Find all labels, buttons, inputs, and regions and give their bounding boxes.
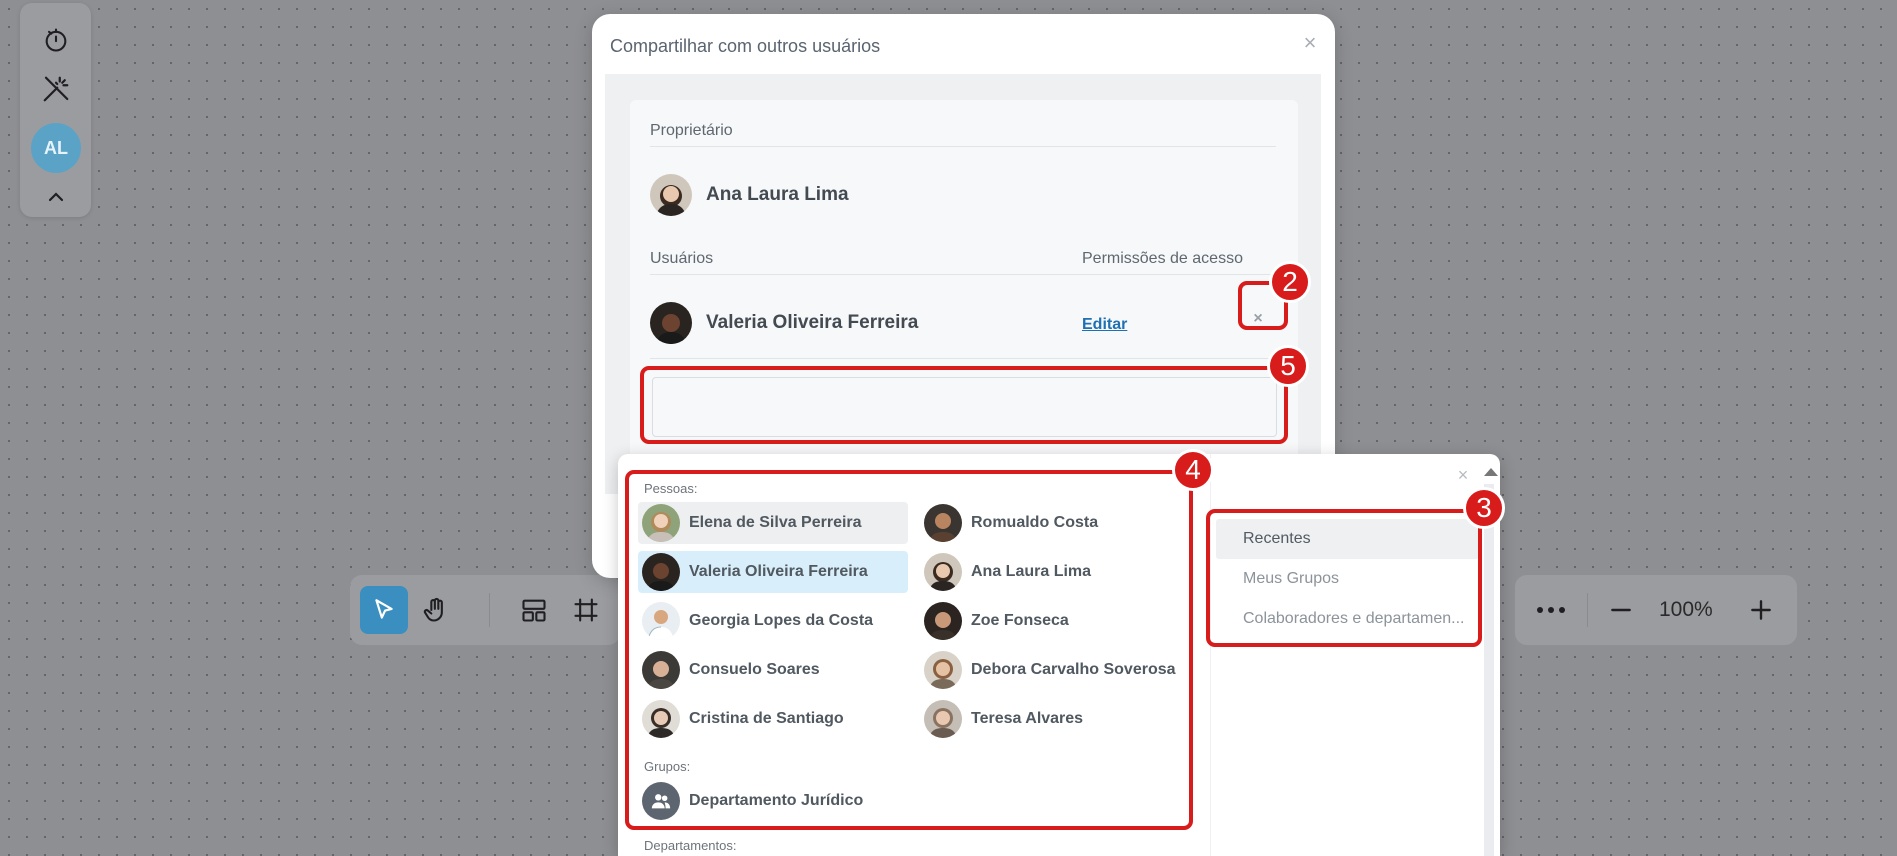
person-name: Teresa Alvares bbox=[971, 710, 1084, 727]
groups-label: Grupos: bbox=[644, 759, 691, 774]
annotation-badge-5: 5 bbox=[1267, 345, 1309, 387]
person-item[interactable]: Cristina de Santiago bbox=[638, 698, 908, 740]
owner-label: Proprietário bbox=[650, 122, 733, 139]
edit-permission-link[interactable]: Editar bbox=[1082, 316, 1127, 334]
annotation-badge-2: 2 bbox=[1269, 261, 1311, 303]
avatar bbox=[642, 602, 680, 640]
avatar bbox=[642, 700, 680, 738]
person-name: Valeria Oliveira Ferreira bbox=[689, 563, 868, 580]
close-icon[interactable]: × bbox=[1297, 30, 1323, 56]
avatar bbox=[924, 504, 962, 542]
avatar bbox=[924, 651, 962, 689]
more-options-icon[interactable] bbox=[1527, 586, 1575, 634]
scroll-up-arrow[interactable] bbox=[1484, 468, 1498, 476]
toolbar-divider bbox=[489, 593, 490, 627]
scrollbar[interactable] bbox=[1484, 484, 1494, 856]
person-name: Debora Carvalho Soverosa bbox=[971, 661, 1176, 678]
person-item[interactable]: Zoe Fonseca bbox=[920, 600, 1190, 642]
bottom-toolbar bbox=[350, 575, 620, 645]
person-item[interactable]: Ana Laura Lima bbox=[920, 551, 1190, 593]
person-item[interactable]: Valeria Oliveira Ferreira bbox=[638, 551, 908, 593]
zoom-level: 100% bbox=[1659, 598, 1713, 621]
users-label: Usuários bbox=[650, 250, 714, 267]
person-name: Cristina de Santiago bbox=[689, 710, 844, 727]
person-item[interactable]: Georgia Lopes da Costa bbox=[638, 600, 908, 642]
person-name: Elena de Silva Perreira bbox=[689, 514, 862, 531]
avatar bbox=[924, 602, 962, 640]
avatar bbox=[642, 553, 680, 591]
divider bbox=[1210, 454, 1211, 856]
tab-meus-grupos[interactable]: Meus Grupos bbox=[1216, 559, 1479, 599]
zoom-toolbar: 100% bbox=[1515, 575, 1797, 645]
owner-avatar bbox=[650, 174, 692, 216]
person-item[interactable]: Romualdo Costa bbox=[920, 502, 1190, 544]
tab-colaboradores[interactable]: Colaboradores e departamen... bbox=[1216, 599, 1479, 639]
person-name: Georgia Lopes da Costa bbox=[689, 612, 874, 629]
layout-tool-button[interactable] bbox=[510, 586, 558, 634]
toolbar-divider bbox=[1587, 593, 1588, 627]
chevron-up-icon[interactable] bbox=[38, 179, 74, 215]
avatar bbox=[924, 553, 962, 591]
divider bbox=[650, 358, 1276, 359]
group-icon bbox=[642, 782, 680, 820]
divider bbox=[650, 146, 1276, 147]
person-name: Zoe Fonseca bbox=[971, 612, 1069, 629]
timer-icon[interactable] bbox=[38, 22, 74, 58]
avatar bbox=[924, 700, 962, 738]
shared-user-name: Valeria Oliveira Ferreira bbox=[706, 312, 919, 333]
user-picker-panel: × Pessoas: Elena de Silva Perreira Romua… bbox=[618, 454, 1500, 856]
person-item[interactable]: Elena de Silva Perreira bbox=[638, 502, 908, 544]
departments-label: Departamentos: bbox=[644, 838, 737, 853]
avatar bbox=[642, 504, 680, 542]
group-name: Departamento Jurídico bbox=[689, 792, 864, 809]
pointer-tool-button[interactable] bbox=[360, 586, 408, 634]
magic-wand-off-icon[interactable] bbox=[38, 71, 74, 107]
divider bbox=[650, 274, 1276, 275]
annotation-badge-3: 3 bbox=[1463, 487, 1505, 529]
avatar bbox=[642, 651, 680, 689]
zoom-out-button[interactable] bbox=[1597, 586, 1645, 634]
frame-tool-button[interactable] bbox=[562, 586, 610, 634]
person-item[interactable]: Teresa Alvares bbox=[920, 698, 1190, 740]
permissions-label: Permissões de acesso bbox=[1082, 250, 1243, 267]
hand-tool-button[interactable] bbox=[412, 586, 460, 634]
person-item[interactable]: Consuelo Soares bbox=[638, 649, 908, 691]
person-name: Ana Laura Lima bbox=[971, 563, 1092, 580]
zoom-in-button[interactable] bbox=[1737, 586, 1785, 634]
dialog-title: Compartilhar com outros usuários bbox=[610, 36, 881, 56]
search-input[interactable] bbox=[652, 377, 1277, 437]
person-name: Consuelo Soares bbox=[689, 661, 820, 678]
close-icon[interactable]: × bbox=[1452, 464, 1474, 486]
shared-user-avatar bbox=[650, 302, 692, 344]
group-item[interactable]: Departamento Jurídico bbox=[638, 780, 908, 822]
person-name: Romualdo Costa bbox=[971, 514, 1099, 531]
people-label: Pessoas: bbox=[644, 481, 698, 496]
annotation-badge-4: 4 bbox=[1172, 449, 1214, 491]
avatar[interactable]: AL bbox=[31, 123, 81, 173]
owner-name: Ana Laura Lima bbox=[706, 184, 849, 205]
person-item[interactable]: Debora Carvalho Soverosa bbox=[920, 649, 1190, 691]
left-toolbar: AL bbox=[20, 3, 91, 217]
tab-recentes[interactable]: Recentes bbox=[1216, 519, 1479, 559]
remove-user-button[interactable]: × bbox=[1245, 306, 1271, 332]
